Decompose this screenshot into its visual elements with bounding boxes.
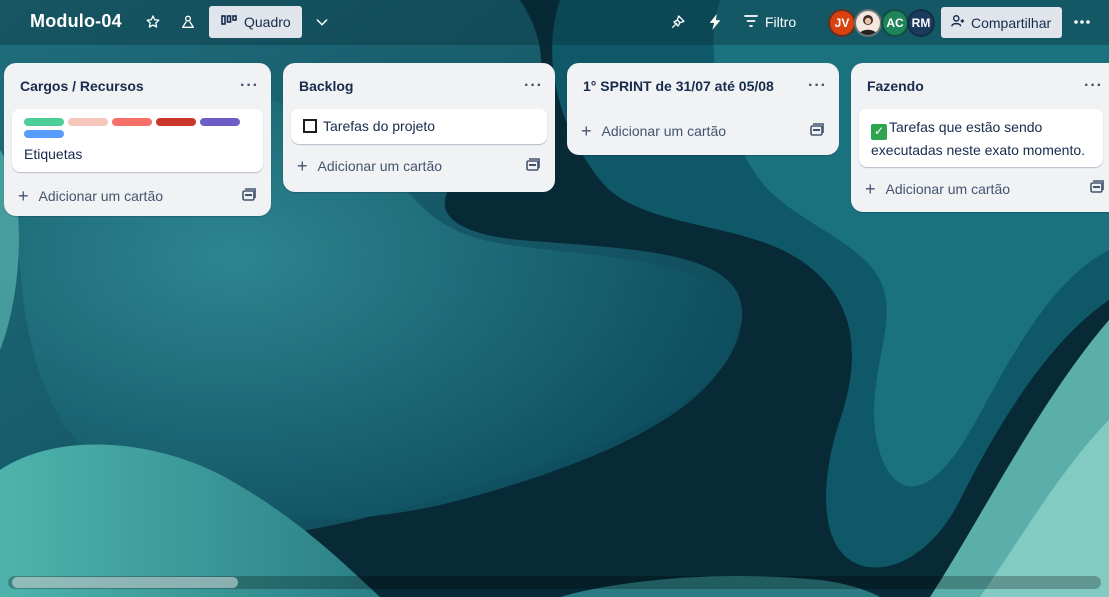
list-header: Backlog ··· [283,63,555,109]
board-header: Modulo-04 Quadro Filtro JV AC RM Compart… [0,0,1109,45]
create-from-template-icon[interactable] [1089,179,1105,198]
share-label: Compartilhar [971,14,1052,31]
label-dark-red[interactable] [156,118,196,126]
share-button[interactable]: Compartilhar [941,7,1062,38]
add-card-row: + Adicionar um cartão [283,146,555,186]
add-card-row: + Adicionar um cartão [567,111,839,151]
board-view-icon [221,14,237,30]
card-title: Etiquetas [24,146,83,162]
more-icon[interactable] [1070,10,1094,34]
add-card-button[interactable]: + Adicionar um cartão [18,187,163,205]
list-sprint-1: 1° SPRINT de 31/07 até 05/08 ··· + Adici… [567,63,839,155]
list-header: 1° SPRINT de 31/07 até 05/08 ··· [567,63,839,109]
add-card-row: + Adicionar um cartão [851,169,1109,209]
list-menu-icon[interactable]: ··· [524,77,543,95]
label-blue[interactable] [24,130,64,138]
white-check-mark-icon: ✓ [871,123,887,140]
label-red[interactable] [112,118,152,126]
add-card-button[interactable]: + Adicionar um cartão [581,122,726,140]
list-title[interactable]: 1° SPRINT de 31/07 até 05/08 [583,78,774,94]
filter-button[interactable]: Filtro [744,8,796,36]
add-member-icon [951,14,965,31]
avatar-rm[interactable]: RM [907,9,935,37]
add-card-label: Adicionar um cartão [317,158,443,174]
list-header: Fazendo ··· [851,63,1109,109]
label-light-red[interactable] [68,118,108,126]
list-menu-icon[interactable]: ··· [240,77,259,95]
add-card-label: Adicionar um cartão [885,180,1011,197]
avatar-photo[interactable] [854,9,882,37]
label-purple[interactable] [200,118,240,126]
plus-icon: + [297,156,308,176]
plus-icon: + [865,178,876,199]
create-from-template-icon[interactable] [809,122,825,141]
list-menu-icon[interactable]: ··· [808,77,827,95]
black-square-button-icon [303,119,317,133]
board-view-label: Quadro [244,14,291,30]
list-header: Cargos / Recursos ··· [4,63,271,109]
board-view-button[interactable]: Quadro [209,6,302,38]
board-scrollbar-thumb[interactable] [12,577,238,588]
create-from-template-icon[interactable] [241,187,257,206]
plus-icon: + [581,121,592,141]
avatar-jv[interactable]: JV [828,9,856,37]
list-fazendo: Fazendo ··· ✓ Tarefas que estão sendo exe… [851,63,1109,212]
avatar-ac[interactable]: AC [881,9,909,37]
automation-icon[interactable] [703,10,727,34]
filter-label: Filtro [765,14,797,30]
star-icon[interactable] [141,10,165,34]
label-green[interactable] [24,118,64,126]
list-title[interactable]: Cargos / Recursos [20,78,144,94]
card-labels [24,118,244,138]
add-card-label: Adicionar um cartão [38,188,164,204]
filter-icon [744,14,758,30]
chevron-down-icon[interactable] [310,10,334,34]
board-title[interactable]: Modulo-04 [30,11,122,32]
list-title[interactable]: Backlog [299,78,353,94]
card-tarefas-em-execucao[interactable]: ✓ Tarefas que estão sendo executadas nest… [859,109,1103,167]
list-title[interactable]: Fazendo [867,78,924,94]
list-menu-icon[interactable]: ··· [1084,77,1103,95]
add-card-label: Adicionar um cartão [601,123,727,139]
add-card-button[interactable]: + Adicionar um cartão [865,180,1010,198]
card-title: Tarefas do projeto [323,118,436,134]
list-backlog: Backlog ··· Tarefas do projeto + Adicion… [283,63,555,192]
list-cargos-recursos: Cargos / Recursos ··· Etiquetas + Adicio… [4,63,271,216]
card-tarefas-do-projeto[interactable]: Tarefas do projeto [291,109,547,144]
workspace-visibility-icon[interactable] [176,10,200,34]
card-title: Tarefas que estão sendo executadas neste… [871,119,1086,158]
add-card-row: + Adicionar um cartão [4,176,271,216]
add-card-button[interactable]: + Adicionar um cartão [297,157,442,175]
power-ups-icon[interactable] [666,10,690,34]
plus-icon: + [18,186,29,206]
card-etiquetas[interactable]: Etiquetas [12,109,263,172]
create-from-template-icon[interactable] [525,157,541,176]
